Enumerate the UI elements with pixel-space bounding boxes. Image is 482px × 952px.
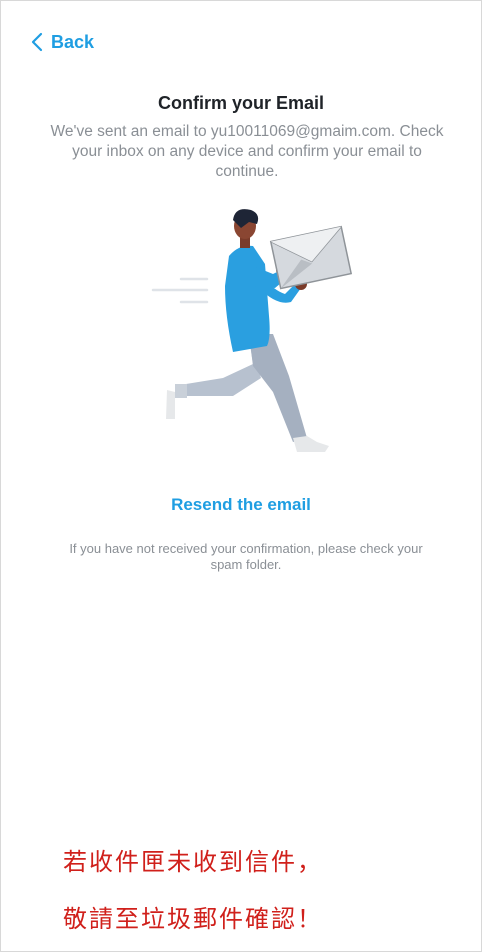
man-running-with-envelope-illustration <box>151 209 353 452</box>
resend-email-link[interactable]: Resend the email <box>1 495 481 515</box>
annotation-line-2: 敬請至垃圾郵件確認！ <box>63 905 323 933</box>
confirmation-description: We've sent an email to yu10011069@gmaim.… <box>50 123 444 180</box>
annotation-line-1: 若收件匣未收到信件， <box>63 848 323 876</box>
page-title: Confirm your Email <box>157 93 325 113</box>
back-button[interactable]: Back <box>31 28 94 56</box>
spam-folder-note: If you have not received your confirmati… <box>69 541 423 572</box>
chevron-left-icon <box>31 32 43 52</box>
screen-frame: Back Confirm your Email We've sent an em… <box>0 0 482 952</box>
back-label: Back <box>51 31 95 52</box>
